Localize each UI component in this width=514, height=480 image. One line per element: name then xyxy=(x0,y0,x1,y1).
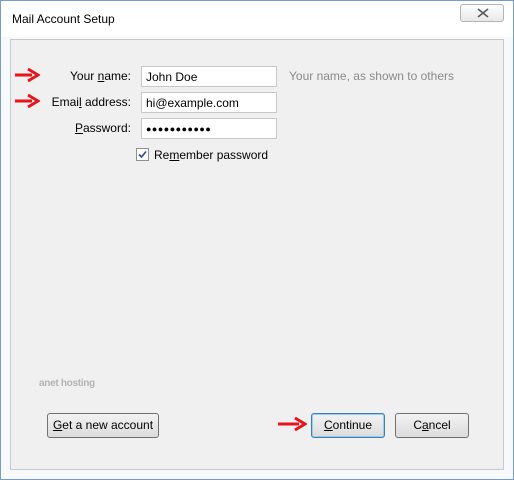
password-label: Password: xyxy=(74,121,131,135)
arrow-right-icon xyxy=(278,416,307,432)
password-input[interactable]: ●●●●●●●●●●● xyxy=(141,118,277,139)
window-title: Mail Account Setup xyxy=(12,12,115,26)
continue-button[interactable]: Continue xyxy=(311,413,385,438)
close-icon xyxy=(477,8,489,18)
arrow-right-icon xyxy=(15,67,40,83)
close-button[interactable] xyxy=(460,4,504,22)
remember-password-label[interactable]: Remember password xyxy=(154,148,268,162)
checkmark-icon xyxy=(138,150,147,159)
mail-account-setup-window: Mail Account Setup Your name: John Doe Y… xyxy=(0,0,514,480)
cancel-button[interactable]: Cancel xyxy=(395,413,469,438)
remember-password-checkbox[interactable] xyxy=(136,148,149,161)
watermark-logo: anet hosting xyxy=(39,378,95,389)
email-input[interactable]: hi@example.com xyxy=(141,92,277,113)
title-bar: Mail Account Setup xyxy=(1,1,513,37)
name-input[interactable]: John Doe xyxy=(141,66,277,87)
dialog-body: Your name: John Doe Your name, as shown … xyxy=(10,39,504,470)
get-new-account-button[interactable]: Get a new account xyxy=(47,413,159,438)
arrow-right-icon xyxy=(15,93,40,109)
name-hint: Your name, as shown to others xyxy=(289,69,454,83)
